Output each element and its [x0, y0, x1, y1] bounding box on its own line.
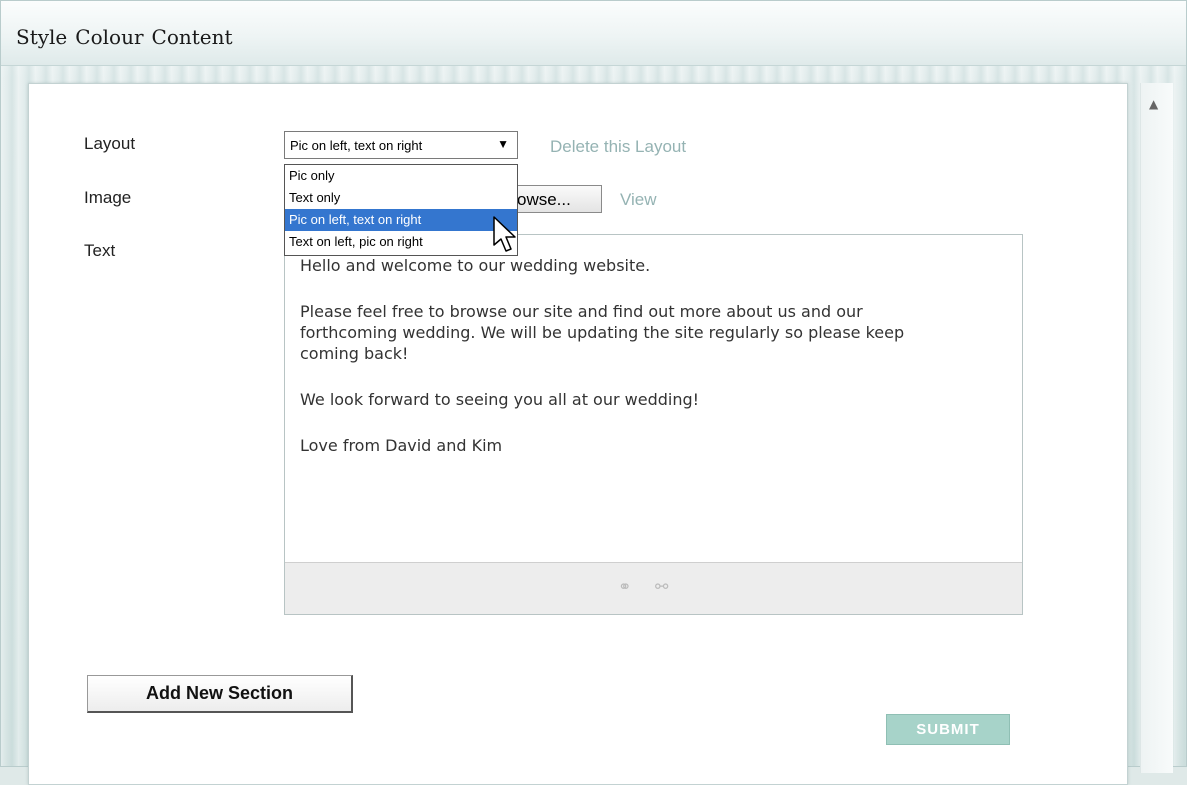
editor-paragraph: We look forward to seeing you all at our… [300, 390, 700, 409]
dropdown-option[interactable]: Text on left, pic on right [285, 231, 517, 253]
layout-label: Layout [84, 134, 136, 153]
layout-select-value: Pic on left, text on right [290, 138, 423, 153]
delete-layout-link[interactable]: Delete this Layout [550, 137, 686, 157]
layout-dropdown-list[interactable]: Pic only Text only Pic on left, text on … [284, 164, 518, 256]
image-label: Image [84, 188, 132, 207]
editor-paragraph: Love from David and Kim [300, 436, 503, 455]
tab-bar: Style Colour Content [1, 1, 1186, 66]
text-editor[interactable]: Hello and welcome to our wedding website… [284, 234, 1023, 615]
editor-content[interactable]: Hello and welcome to our wedding website… [300, 255, 1000, 481]
link-icon[interactable]: ⚭ [618, 577, 631, 596]
dropdown-option-highlighted[interactable]: Pic on left, text on right [285, 209, 517, 231]
editor-paragraph: Please feel free to browse our site and … [300, 302, 905, 363]
browse-button[interactable]: owse... [506, 185, 602, 213]
layout-select[interactable]: Pic on left, text on right ▼ [284, 131, 518, 159]
tab-content[interactable]: Content [152, 25, 233, 49]
editor-paragraph: Hello and welcome to our wedding website… [300, 256, 651, 275]
add-new-section-button[interactable]: Add New Section [87, 675, 353, 713]
text-label: Text [84, 241, 116, 260]
mouse-pointer-icon [493, 216, 516, 252]
chevron-down-icon: ▼ [497, 137, 509, 151]
dropdown-option[interactable]: Pic only [285, 165, 517, 187]
unlink-icon[interactable]: ⚯ [655, 577, 668, 596]
dropdown-option[interactable]: Text only [285, 187, 517, 209]
tab-style[interactable]: Style [16, 25, 67, 49]
page-frame: Style Colour Content ▲ Layout Image Text… [0, 0, 1187, 785]
editor-toolbar: ⚭ ⚯ [285, 562, 1022, 614]
submit-button[interactable]: SUBMIT [886, 714, 1010, 745]
tabs: Style Colour Content [16, 25, 233, 49]
tab-colour[interactable]: Colour [75, 25, 143, 49]
view-link[interactable]: View [620, 190, 657, 210]
scroll-up-arrow-icon[interactable]: ▲ [1149, 97, 1158, 111]
scrollbar[interactable] [1140, 83, 1173, 773]
